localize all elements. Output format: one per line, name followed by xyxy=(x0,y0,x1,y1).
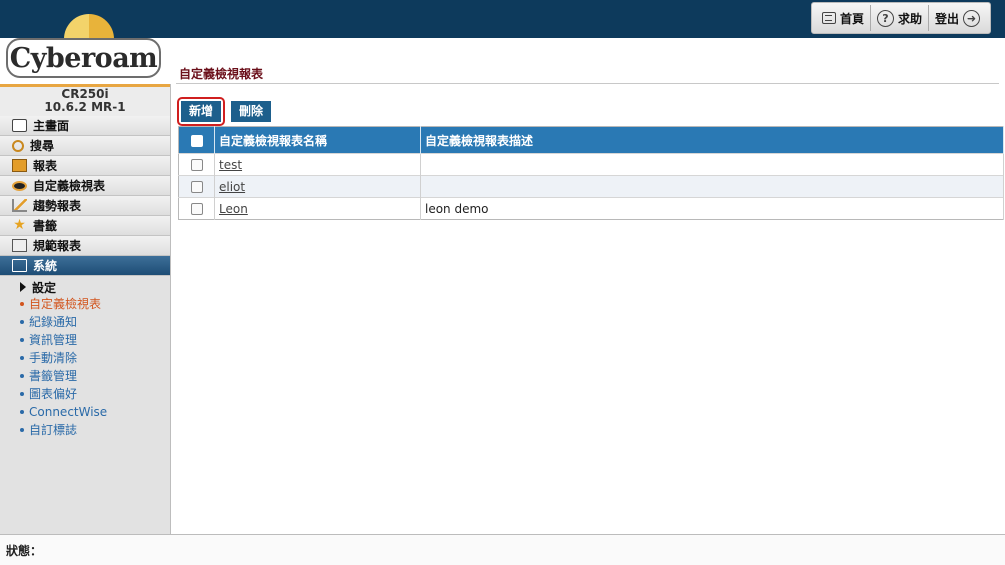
logout-label: 登出 xyxy=(934,11,959,26)
home-link[interactable]: 首頁 xyxy=(816,5,870,31)
clipboard-icon xyxy=(12,239,27,252)
star-icon: ★ xyxy=(13,217,26,233)
row-name-cell: eliot xyxy=(214,175,421,198)
select-all-checkbox[interactable] xyxy=(190,134,203,147)
column-header-name[interactable]: 自定義檢視報表名稱 xyxy=(214,126,421,154)
status-label: 狀態： xyxy=(6,543,43,558)
view-name-link[interactable]: eliot xyxy=(219,180,245,194)
report-icon xyxy=(12,159,27,172)
home-label: 首頁 xyxy=(839,11,864,26)
submenu-item-data-management[interactable]: 資訊管理 xyxy=(20,331,170,349)
row-select-cell xyxy=(178,197,215,220)
row-name-cell: test xyxy=(214,153,421,176)
top-links: 首頁 ? 求助 登出 ➜ xyxy=(810,2,991,34)
submenu-heading-label: 設定 xyxy=(32,280,57,295)
help-link[interactable]: ? 求助 xyxy=(869,5,928,31)
submenu-heading-settings[interactable]: 設定 xyxy=(0,280,170,295)
table-header-row: 自定義檢視報表名稱 自定義檢視報表描述 xyxy=(178,126,1004,154)
main-content: 自定義檢視報表 新增 刪除 自定義檢視報表名稱 自定義檢視報表描述 test e… xyxy=(172,38,1005,534)
row-description-cell: leon demo xyxy=(420,197,1004,220)
row-select-cell xyxy=(178,175,215,198)
sidebar-item-system[interactable]: 系統 xyxy=(0,256,170,276)
device-version: 10.6.2 MR-1 xyxy=(44,100,126,114)
search-icon xyxy=(12,139,24,152)
sidebar-item-bookmarks[interactable]: ★ 書籤 xyxy=(0,216,170,236)
sidebar-item-custom-views[interactable]: 自定義檢視表 xyxy=(0,176,170,196)
row-select-cell xyxy=(178,153,215,176)
row-checkbox[interactable] xyxy=(190,159,203,171)
logout-link[interactable]: 登出 ➜ xyxy=(927,5,986,31)
submenu-item-manual-purge[interactable]: 手動清除 xyxy=(20,349,170,367)
add-button-highlight: 新增 xyxy=(177,97,226,126)
trend-icon xyxy=(12,199,27,212)
dashboard-icon xyxy=(12,119,27,132)
sidebar-item-label: 規範報表 xyxy=(33,239,82,253)
monitor-icon xyxy=(12,259,27,272)
add-button[interactable]: 新增 xyxy=(181,101,222,122)
help-icon: ? xyxy=(876,9,894,27)
page-title: 自定義檢視報表 xyxy=(179,67,264,81)
logo-text: Cyberoam xyxy=(6,38,161,78)
row-description-cell xyxy=(420,153,1004,176)
sidebar-item-label: 報表 xyxy=(33,159,58,173)
sidebar-item-search[interactable]: 搜尋 xyxy=(0,136,170,156)
logout-icon: ➜ xyxy=(963,9,980,27)
title-divider xyxy=(176,83,999,84)
row-checkbox[interactable] xyxy=(190,181,203,193)
submenu-item-chart-preferences[interactable]: 圖表偏好 xyxy=(20,385,170,403)
row-description-cell xyxy=(420,175,1004,198)
table-row: test xyxy=(178,153,1004,176)
sidebar-item-label: 系統 xyxy=(33,259,58,273)
custom-views-table: 自定義檢視報表名稱 自定義檢視報表描述 test eliot Leon leon… xyxy=(178,126,1004,220)
view-name-link[interactable]: Leon xyxy=(219,202,248,216)
submenu-item-log-notification[interactable]: 紀錄通知 xyxy=(20,313,170,331)
view-name-link[interactable]: test xyxy=(219,158,242,172)
sidebar-item-compliance-reports[interactable]: 規範報表 xyxy=(0,236,170,256)
submenu-item-bookmark-management[interactable]: 書籤管理 xyxy=(20,367,170,385)
sidebar: CR250i 10.6.2 MR-1 主畫面 搜尋 報表 自定義檢視表 趨勢報表… xyxy=(0,84,171,534)
submenu-item-connectwise[interactable]: ConnectWise xyxy=(20,403,170,421)
submenu-item-custom-logo[interactable]: 自訂標誌 xyxy=(20,421,170,439)
help-label: 求助 xyxy=(897,11,922,26)
select-all-header xyxy=(178,126,215,154)
delete-button[interactable]: 刪除 xyxy=(231,101,272,122)
submenu-list: 自定義檢視表 紀錄通知 資訊管理 手動清除 書籤管理 圖表偏好 ConnectW… xyxy=(0,295,170,439)
row-checkbox[interactable] xyxy=(190,203,203,215)
system-submenu: 設定 自定義檢視表 紀錄通知 資訊管理 手動清除 書籤管理 圖表偏好 Conne… xyxy=(0,276,170,439)
sidebar-item-dashboard[interactable]: 主畫面 xyxy=(0,116,170,136)
sidebar-item-label: 搜尋 xyxy=(30,139,55,153)
home-icon xyxy=(821,12,836,24)
sidebar-item-label: 主畫面 xyxy=(33,119,70,133)
column-header-description[interactable]: 自定義檢視報表描述 xyxy=(420,126,1004,154)
status-bar: 狀態： xyxy=(0,534,1005,565)
action-buttons: 新增 刪除 xyxy=(177,97,272,126)
sidebar-item-trend-reports[interactable]: 趨勢報表 xyxy=(0,196,170,216)
cyberoam-logo: Cyberoam xyxy=(6,14,161,78)
eye-icon xyxy=(12,180,27,191)
table-row: eliot xyxy=(178,175,1004,198)
sidebar-item-label: 自定義檢視表 xyxy=(33,179,106,193)
sidebar-item-reports[interactable]: 報表 xyxy=(0,156,170,176)
sidebar-item-label: 趨勢報表 xyxy=(33,199,82,213)
device-info: CR250i 10.6.2 MR-1 xyxy=(0,84,170,116)
sidebar-item-label: 書籤 xyxy=(33,219,58,233)
expand-triangle-icon xyxy=(20,282,26,292)
submenu-item-custom-views[interactable]: 自定義檢視表 xyxy=(20,295,170,313)
row-name-cell: Leon xyxy=(214,197,421,220)
table-row: Leon leon demo xyxy=(178,197,1004,220)
